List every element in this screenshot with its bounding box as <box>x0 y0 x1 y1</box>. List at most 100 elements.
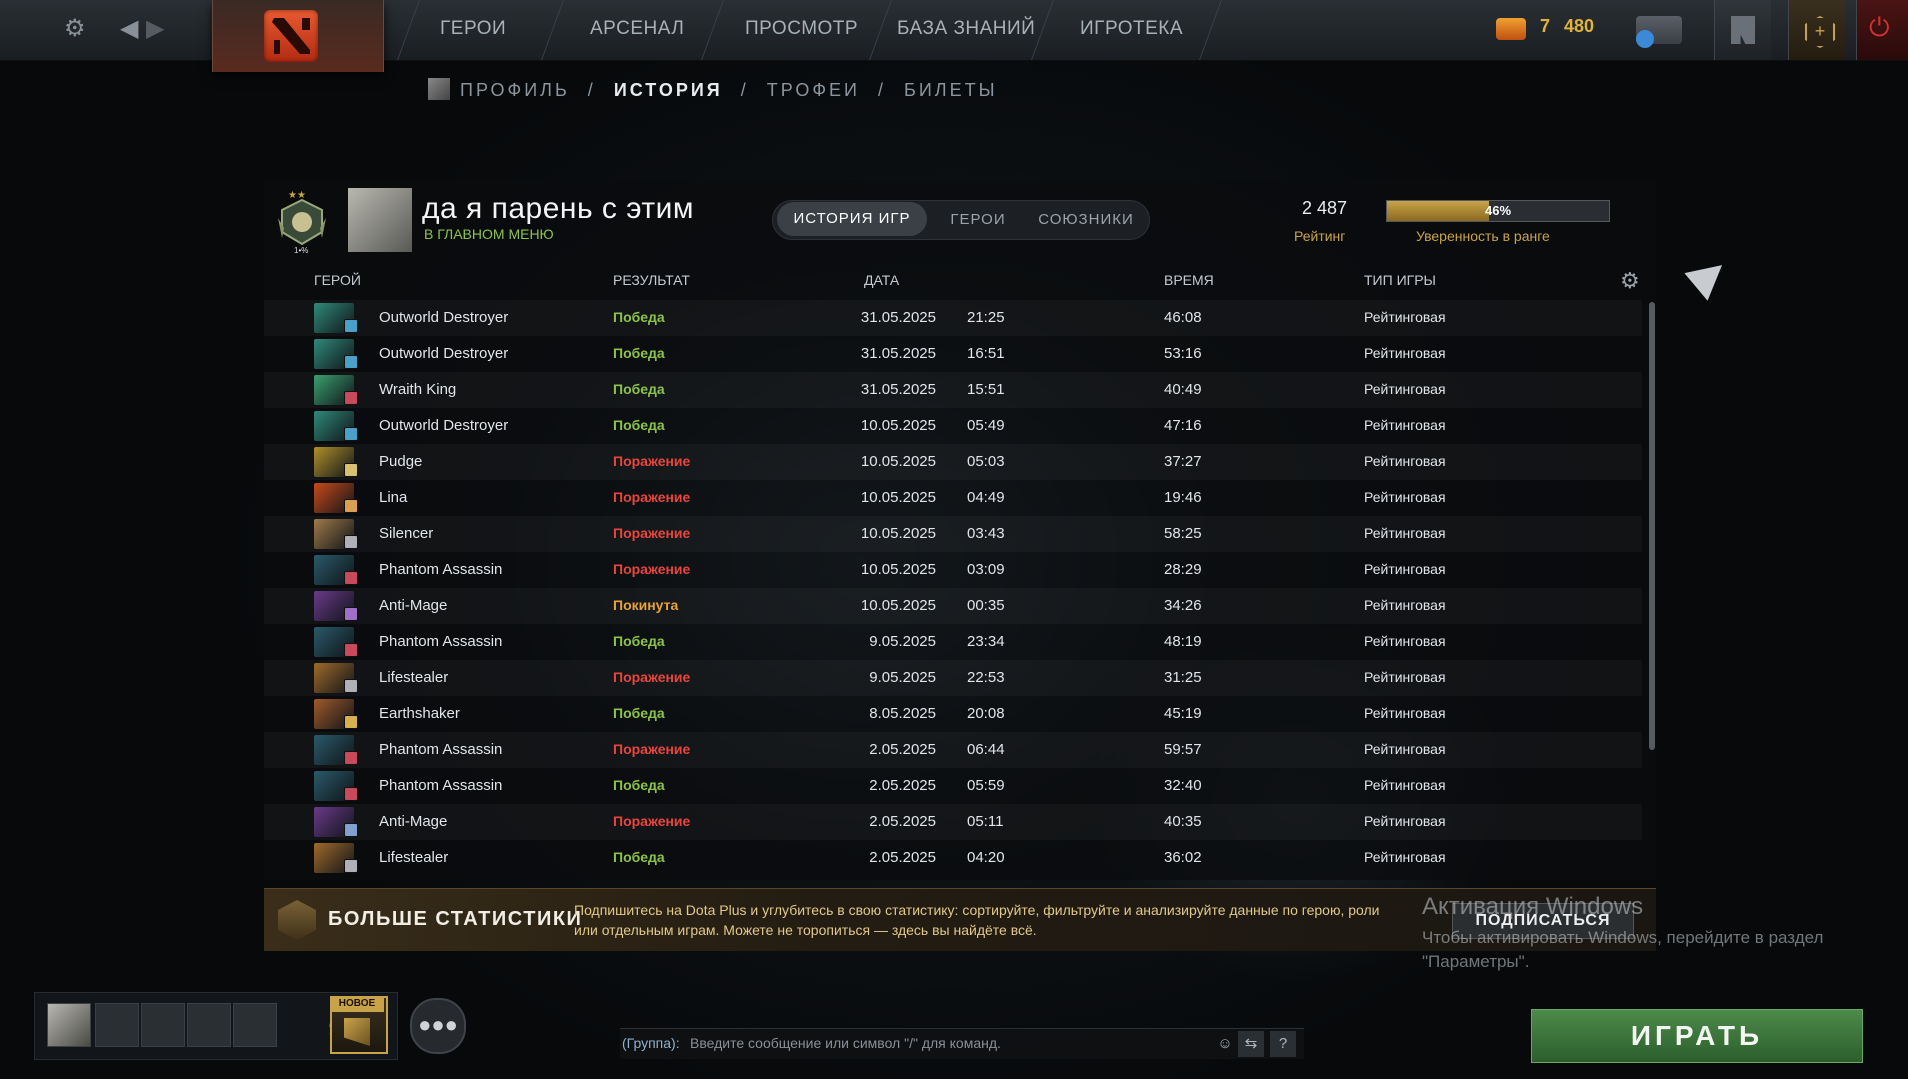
nav-heroes[interactable]: ГЕРОИ <box>440 18 506 40</box>
tab-match-history[interactable]: ИСТОРИЯ ИГР <box>777 202 927 236</box>
match-duration: 37:27 <box>1164 453 1202 470</box>
column-game-mode[interactable]: ТИП ИГРЫ <box>1364 272 1436 288</box>
game-mode: Рейтинговая <box>1364 705 1446 721</box>
hero: Wraith King <box>379 381 457 398</box>
help-button[interactable]: ? <box>1270 1031 1296 1057</box>
windows-activation-title: Активация Windows <box>1422 893 1644 920</box>
power-button[interactable]: ⏻ <box>1856 0 1908 60</box>
match-duration: 32:40 <box>1164 777 1202 794</box>
table-row[interactable]: Outworld Destroyer Победа 31.05.2025 16:51 5… <box>264 336 1642 372</box>
play-button[interactable]: ИГРАТЬ <box>1531 1009 1863 1063</box>
shards-icon <box>1496 18 1526 40</box>
column-date[interactable]: ДАТА <box>864 272 899 288</box>
party-slot-self[interactable] <box>47 1003 91 1047</box>
history-tabs: ИСТОРИЯ ИГР ГЕРОИ СОЮЗНИКИ <box>772 200 1150 240</box>
crumb-trophies[interactable]: ТРОФЕИ <box>767 80 860 100</box>
nav-armory[interactable]: АРСЕНАЛ <box>590 18 684 40</box>
nav-learn[interactable]: БАЗА ЗНАНИЙ <box>897 18 1035 40</box>
column-result[interactable]: РЕЗУЛЬТАТ <box>613 272 690 288</box>
game-mode: Рейтинговая <box>1364 633 1446 649</box>
arrow-left-icon[interactable]: ◀ <box>120 14 138 43</box>
match-list-scrollbar[interactable] <box>1649 302 1655 750</box>
emoji-icon[interactable]: ☺ <box>1212 1031 1238 1057</box>
table-row[interactable]: Silencer Поражение 10.05.2025 03:43 58:25 Рей… <box>264 516 1642 552</box>
table-row[interactable]: Phantom Assassin Поражение 10.05.2025 03:09… <box>264 552 1642 588</box>
match-time: 00:35 <box>967 597 1005 614</box>
party-slot-empty[interactable] <box>95 1003 139 1047</box>
table-row[interactable]: Lifestealer Поражение 9.05.2025 22:53 31:25 Р… <box>264 660 1642 696</box>
party-slot-empty[interactable] <box>187 1003 231 1047</box>
crumb-history[interactable]: ИСТОРИЯ <box>614 80 723 100</box>
rating-label: Рейтинг <box>1294 228 1346 244</box>
match-duration: 59:57 <box>1164 741 1202 758</box>
crumb-profile[interactable]: ПРОФИЛЬ <box>460 80 570 100</box>
tab-allies[interactable]: СОЮЗНИКИ <box>1027 201 1145 239</box>
chat-channel-label[interactable]: (Группа): <box>622 1035 680 1051</box>
party-slot-empty[interactable] <box>141 1003 185 1047</box>
match-date: 10.05.2025 <box>860 525 936 542</box>
chat-input[interactable]: Введите сообщение или символ "/" для ком… <box>690 1035 1001 1051</box>
table-row[interactable]: Outworld Destroyer Победа 31.05.2025 21:25 4… <box>264 300 1642 336</box>
role-icon <box>344 391 358 405</box>
table-row[interactable]: Phantom Assassin Победа 2.05.2025 05:59 32:4… <box>264 768 1642 804</box>
game-mode: Рейтинговая <box>1364 849 1446 865</box>
rank-confidence-text: 46% <box>1484 203 1512 218</box>
nav-divider <box>1199 0 1222 60</box>
table-row[interactable]: Lifestealer Победа 2.05.2025 04:20 36:02 Рейт… <box>264 840 1642 876</box>
new-feature-button[interactable]: НОВОЕ <box>330 996 388 1054</box>
table-row[interactable]: Phantom Assassin Поражение 2.05.2025 06:44 5… <box>264 732 1642 768</box>
arrow-right-icon[interactable]: ▶ <box>146 14 164 43</box>
dota-logo-icon <box>264 10 318 62</box>
role-icon <box>344 499 358 513</box>
nav-arcade[interactable]: ИГРОТЕКА <box>1080 18 1183 40</box>
match-date: 8.05.2025 <box>869 705 936 722</box>
role-icon <box>344 355 358 369</box>
nav-divider <box>701 0 724 60</box>
column-duration[interactable]: ВРЕМЯ <box>1164 272 1214 288</box>
table-row[interactable]: Earthshaker Победа 8.05.2025 20:08 45:19 Рейт… <box>264 696 1642 732</box>
match-time: 05:49 <box>967 417 1005 434</box>
table-row[interactable]: Wraith King Победа 31.05.2025 15:51 40:49 Рей… <box>264 372 1642 408</box>
chat-notification-dot <box>1636 30 1654 48</box>
game-mode: Рейтинговая <box>1364 777 1446 793</box>
promo-text: Подпишитесь на Dota Plus и углубитесь в … <box>574 902 1380 938</box>
hero: Earthshaker <box>379 705 460 722</box>
match-result: Поражение <box>613 525 691 541</box>
gear-icon[interactable]: ⚙ <box>1620 268 1640 294</box>
crumb-tickets[interactable]: БИЛЕТЫ <box>904 80 998 100</box>
match-duration: 28:29 <box>1164 561 1202 578</box>
armory-button[interactable] <box>1714 0 1771 60</box>
role-icon <box>344 787 358 801</box>
match-duration: 45:19 <box>1164 705 1202 722</box>
nav-divider <box>397 0 420 60</box>
table-row[interactable]: Outworld Destroyer Победа 10.05.2025 05:49 4… <box>264 408 1642 444</box>
dota-plus-button[interactable]: + <box>1788 0 1845 60</box>
shards-counter[interactable]: 7 480 <box>1494 10 1614 50</box>
nav-divider <box>541 0 564 60</box>
role-icon <box>344 535 358 549</box>
tab-heroes[interactable]: ГЕРОИ <box>935 201 1021 239</box>
party-slot-empty[interactable] <box>233 1003 277 1047</box>
table-row[interactable]: Lina Поражение 10.05.2025 04:49 19:46 Рейтинг… <box>264 480 1642 516</box>
hero: Phantom Assassin <box>379 777 503 794</box>
table-row[interactable]: Anti-Mage Покинута 10.05.2025 00:35 34:26 Рей… <box>264 588 1642 624</box>
match-duration: 40:35 <box>1164 813 1202 830</box>
game-mode: Рейтинговая <box>1364 669 1446 685</box>
column-hero[interactable]: ГЕРОЙ <box>314 272 361 288</box>
match-result: Победа <box>613 849 665 865</box>
group-finder-button[interactable]: ●●● <box>410 998 466 1054</box>
match-time: 23:34 <box>967 633 1005 650</box>
hero: Silencer <box>379 525 434 542</box>
table-row[interactable]: Phantom Assassin Победа 9.05.2025 23:34 48:1… <box>264 624 1642 660</box>
match-result: Поражение <box>613 453 691 469</box>
table-row[interactable]: Anti-Mage Поражение 2.05.2025 05:11 40:35 Рей… <box>264 804 1642 840</box>
match-time: 06:44 <box>967 741 1005 758</box>
table-row[interactable]: Pudge Поражение 10.05.2025 05:03 37:27 Рейтин… <box>264 444 1642 480</box>
nav-watch[interactable]: ПРОСМОТР <box>745 18 858 40</box>
hero: Phantom Assassin <box>379 561 503 578</box>
gear-icon[interactable]: ⚙ <box>64 14 86 43</box>
dota-logo-button[interactable] <box>212 0 384 72</box>
chat-wheel-icon[interactable]: ⇆ <box>1238 1031 1264 1057</box>
avatar[interactable] <box>348 188 412 252</box>
match-date: 10.05.2025 <box>860 417 936 434</box>
